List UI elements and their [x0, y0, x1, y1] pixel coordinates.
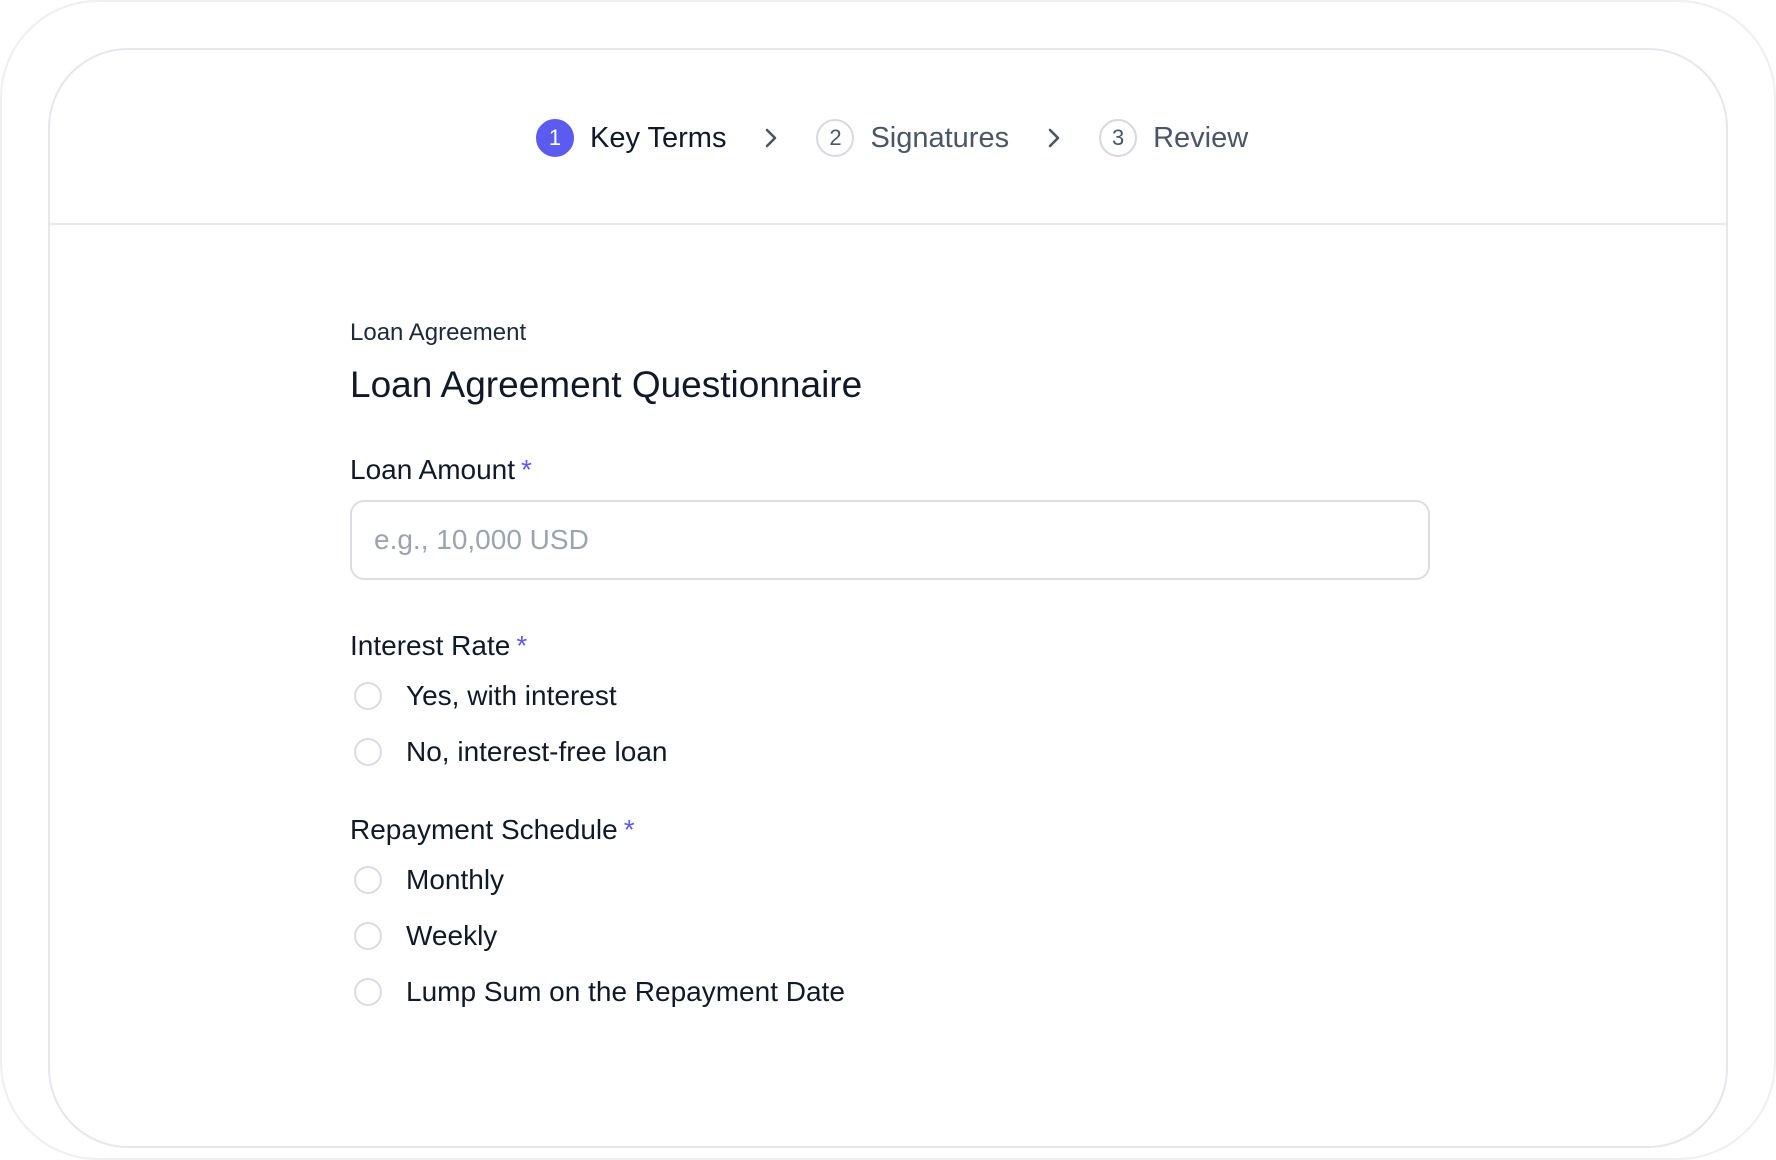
page-title: Loan Agreement Questionnaire [350, 364, 863, 405]
stepper-header: 1 Key Terms 2 Signatures 3 Review [50, 50, 1726, 225]
stepper: 1 Key Terms 2 Signatures 3 Review [536, 117, 1248, 159]
radio-label: Lump Sum on the Repayment Date [406, 976, 845, 1007]
loan-amount-field: Loan Amount * [350, 452, 1430, 580]
radio-option-lump-sum[interactable]: Lump Sum on the Repayment Date [350, 964, 1430, 1020]
step-signatures[interactable]: 2 Signatures [816, 119, 1009, 157]
field-label-text: Interest Rate [350, 630, 511, 661]
questionnaire-form: Loan Agreement Loan Agreement Questionna… [350, 318, 1430, 1020]
required-marker: * [516, 630, 528, 661]
document-type-label: Loan Agreement [350, 319, 527, 346]
loan-amount-label: Loan Amount * [350, 452, 1430, 488]
step-review[interactable]: 3 Review [1099, 119, 1248, 157]
app-window: 1 Key Terms 2 Signatures 3 Review Loan A… [48, 48, 1728, 1148]
step-number-badge: 2 [816, 119, 855, 157]
step-label: Key Terms [590, 121, 727, 154]
repayment-schedule-field: Repayment Schedule * Monthly Weekly Lump … [350, 812, 1430, 1020]
loan-amount-input[interactable] [350, 500, 1430, 580]
chevron-right-icon [762, 127, 780, 149]
interest-rate-label: Interest Rate * [350, 628, 1430, 664]
repayment-schedule-options: Monthly Weekly Lump Sum on the Repayment… [350, 852, 1430, 1020]
radio-label: Yes, with interest [406, 680, 617, 711]
interest-rate-field: Interest Rate * Yes, with interest No, in… [350, 628, 1430, 780]
field-label-text: Repayment Schedule [350, 814, 618, 845]
step-label: Signatures [870, 121, 1010, 154]
radio-label: Weekly [406, 920, 498, 951]
radio-option-interest-free[interactable]: No, interest-free loan [350, 724, 1430, 780]
required-marker: * [623, 814, 635, 845]
radio-label: No, interest-free loan [406, 736, 668, 767]
radio-unchecked-icon[interactable] [354, 866, 382, 894]
radio-option-monthly[interactable]: Monthly [350, 852, 1430, 908]
radio-option-weekly[interactable]: Weekly [350, 908, 1430, 964]
interest-rate-options: Yes, with interest No, interest-free loa… [350, 668, 1430, 780]
step-key-terms[interactable]: 1 Key Terms [536, 119, 726, 157]
required-marker: * [521, 454, 532, 485]
chevron-right-icon [1045, 127, 1063, 149]
step-number-badge: 3 [1099, 119, 1138, 157]
radio-label: Monthly [406, 864, 505, 895]
repayment-schedule-label: Repayment Schedule * [350, 812, 1430, 848]
radio-unchecked-icon[interactable] [354, 738, 382, 766]
radio-option-with-interest[interactable]: Yes, with interest [350, 668, 1430, 724]
step-label: Review [1153, 121, 1249, 154]
radio-unchecked-icon[interactable] [354, 978, 382, 1006]
radio-unchecked-icon[interactable] [354, 682, 382, 710]
radio-unchecked-icon[interactable] [354, 922, 382, 950]
field-label-text: Loan Amount [350, 454, 516, 485]
step-number-badge: 1 [536, 119, 574, 157]
